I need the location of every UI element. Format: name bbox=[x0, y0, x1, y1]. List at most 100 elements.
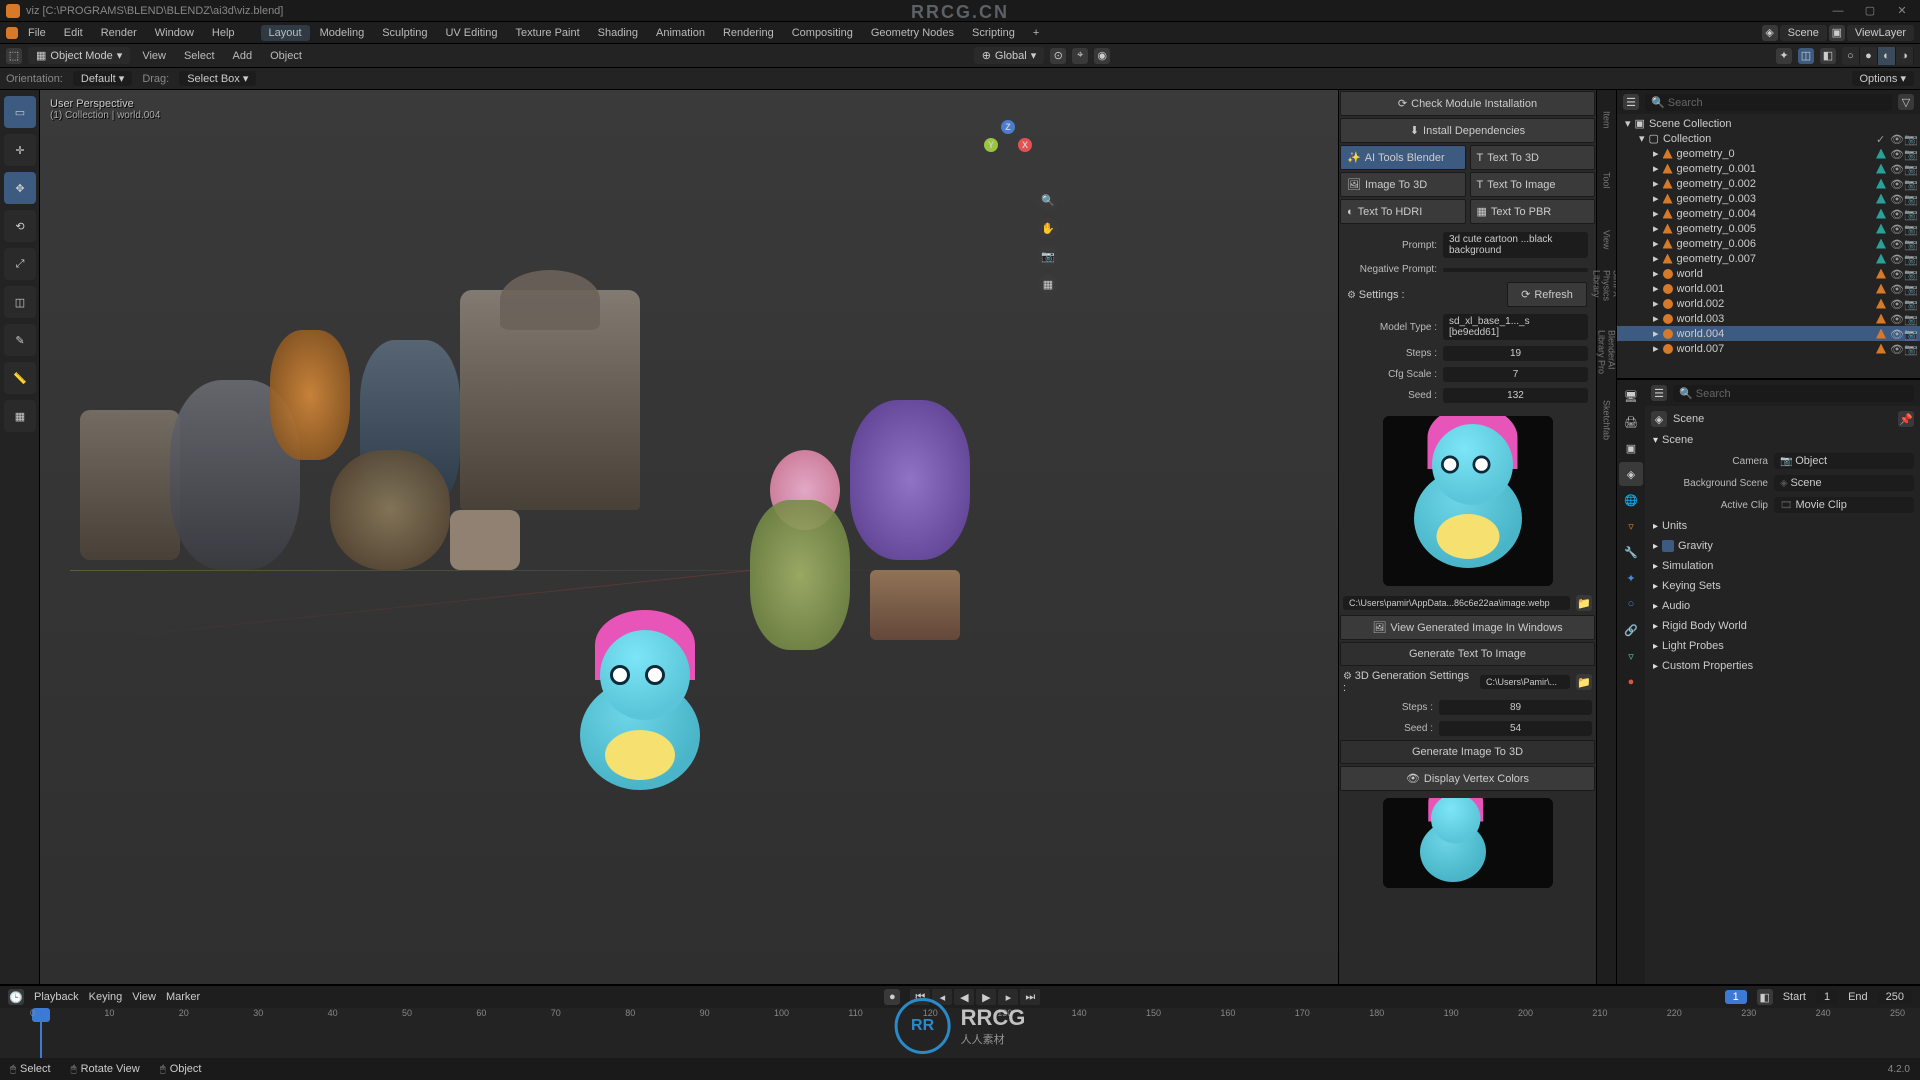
menu-window[interactable]: Window bbox=[147, 25, 202, 41]
menu-file[interactable]: File bbox=[20, 25, 54, 41]
hdr-select[interactable]: Select bbox=[178, 48, 221, 64]
mode-text-to-pbr[interactable]: ▦Text To PBR bbox=[1470, 199, 1596, 224]
bgscene-field[interactable]: ◈ Scene bbox=[1774, 475, 1914, 491]
tool-transform[interactable]: ◫ bbox=[4, 286, 36, 318]
scene-selector[interactable]: Scene bbox=[1780, 25, 1827, 41]
outliner-search[interactable]: 🔍 Search bbox=[1645, 94, 1892, 111]
ntab-tool[interactable]: Tool bbox=[1597, 150, 1616, 210]
ptab-constraint-icon[interactable]: 🔗 bbox=[1619, 618, 1643, 642]
tab-geonodes[interactable]: Geometry Nodes bbox=[863, 25, 962, 41]
tab-texturepaint[interactable]: Texture Paint bbox=[507, 25, 587, 41]
tree-collection[interactable]: ▾▢Collection✓👁📷 bbox=[1617, 131, 1920, 146]
overlay-toggle-icon[interactable]: ◫ bbox=[1798, 48, 1814, 64]
3d-viewport[interactable]: User Perspective (1) Collection | world.… bbox=[40, 90, 1338, 984]
check-module-button[interactable]: ⟳Check Module Installation bbox=[1340, 91, 1595, 116]
tree-item[interactable]: ▸world.003👁📷 bbox=[1617, 311, 1920, 326]
gen3d-seed-input[interactable]: 54 bbox=[1439, 721, 1592, 736]
install-deps-button[interactable]: ⬇Install Dependencies bbox=[1340, 118, 1595, 143]
tree-item[interactable]: ▸geometry_0.003👁📷 bbox=[1617, 191, 1920, 206]
ptab-data-icon[interactable]: ▿ bbox=[1619, 644, 1643, 668]
mode-image-to-3d[interactable]: 🖼Image To 3D bbox=[1340, 172, 1466, 197]
prop-edit-icon[interactable]: ◉ bbox=[1094, 48, 1110, 64]
ntab-view[interactable]: View bbox=[1597, 210, 1616, 270]
viewlayer-selector[interactable]: ViewLayer bbox=[1847, 25, 1914, 41]
keying-section[interactable]: ▸ Keying Sets bbox=[1651, 576, 1914, 596]
ntab-sketchfab[interactable]: Sketchfab bbox=[1597, 390, 1616, 450]
pivot-icon[interactable]: ⊙ bbox=[1050, 48, 1066, 64]
ptab-physics-icon[interactable]: ○ bbox=[1619, 592, 1643, 616]
mode-text-to-3d[interactable]: TText To 3D bbox=[1470, 145, 1596, 170]
tool-cursor[interactable]: ✛ bbox=[4, 134, 36, 166]
pan-icon[interactable]: ✋ bbox=[1038, 218, 1058, 238]
mode-text-to-hdri[interactable]: ◐Text To HDRI bbox=[1340, 199, 1466, 224]
scene-name[interactable]: Scene bbox=[1673, 413, 1892, 425]
tab-rendering[interactable]: Rendering bbox=[715, 25, 782, 41]
customprops-section[interactable]: ▸ Custom Properties bbox=[1651, 656, 1914, 676]
tab-modeling[interactable]: Modeling bbox=[312, 25, 373, 41]
tree-item[interactable]: ▸geometry_0.006👁📷 bbox=[1617, 236, 1920, 251]
tab-scripting[interactable]: Scripting bbox=[964, 25, 1023, 41]
shade-matprev-icon[interactable]: ◐ bbox=[1878, 47, 1896, 65]
mode-selector[interactable]: ▦Object Mode▾ bbox=[28, 47, 130, 64]
tab-animation[interactable]: Animation bbox=[648, 25, 713, 41]
simulation-section[interactable]: ▸ Simulation bbox=[1651, 556, 1914, 576]
tool-annotate[interactable]: ✎ bbox=[4, 324, 36, 356]
hdr-view[interactable]: View bbox=[136, 48, 172, 64]
ptab-world-icon[interactable]: 🌐 bbox=[1619, 488, 1643, 512]
tool-scale[interactable]: ⤢ bbox=[4, 248, 36, 280]
tab-uvediting[interactable]: UV Editing bbox=[437, 25, 505, 41]
tl-playback[interactable]: Playback bbox=[34, 991, 79, 1003]
persp-ortho-icon[interactable]: ▦ bbox=[1038, 274, 1058, 294]
axis-y-icon[interactable]: Y bbox=[984, 138, 998, 152]
lightprobes-section[interactable]: ▸ Light Probes bbox=[1651, 636, 1914, 656]
tab-add[interactable]: + bbox=[1025, 25, 1047, 41]
tab-layout[interactable]: Layout bbox=[261, 25, 310, 41]
ntab-item[interactable]: Item bbox=[1597, 90, 1616, 150]
tree-item[interactable]: ▸world.007👁📷 bbox=[1617, 341, 1920, 356]
tool-measure[interactable]: 📏 bbox=[4, 362, 36, 394]
tool-move[interactable]: ✥ bbox=[4, 172, 36, 204]
image-path[interactable]: C:\Users\pamir\AppData...86c6e22aa\image… bbox=[1343, 596, 1570, 610]
nav-gizmo[interactable]: Z Y X bbox=[978, 120, 1038, 180]
ptab-object-icon[interactable]: ▿ bbox=[1619, 514, 1643, 538]
prompt-input[interactable]: 3d cute cartoon ...black background bbox=[1443, 232, 1588, 258]
tl-marker[interactable]: Marker bbox=[166, 991, 200, 1003]
menu-edit[interactable]: Edit bbox=[56, 25, 91, 41]
display-vertex-colors-button[interactable]: 👁Display Vertex Colors bbox=[1340, 766, 1595, 791]
rigidbody-section[interactable]: ▸ Rigid Body World bbox=[1651, 616, 1914, 636]
steps-input[interactable]: 19 bbox=[1443, 346, 1588, 361]
audio-section[interactable]: ▸ Audio bbox=[1651, 596, 1914, 616]
refresh-button[interactable]: ⟳ Refresh bbox=[1507, 282, 1587, 307]
tree-item[interactable]: ▸geometry_0👁📷 bbox=[1617, 146, 1920, 161]
tab-compositing[interactable]: Compositing bbox=[784, 25, 861, 41]
tree-root[interactable]: ▾▣Scene Collection bbox=[1617, 116, 1920, 131]
close-button[interactable]: ✕ bbox=[1890, 3, 1914, 19]
shade-wireframe-icon[interactable]: ○ bbox=[1842, 47, 1860, 65]
units-section[interactable]: ▸ Units bbox=[1651, 516, 1914, 536]
camera-view-icon[interactable]: 📷 bbox=[1038, 246, 1058, 266]
ntab-blenderai[interactable]: BlenderAI Library Pro bbox=[1597, 330, 1616, 390]
tool-addcube[interactable]: ▦ bbox=[4, 400, 36, 432]
gen3d-path[interactable]: C:\Users\Pamir\... bbox=[1480, 675, 1570, 689]
gen3d-steps-input[interactable]: 89 bbox=[1439, 700, 1592, 715]
seed-input[interactable]: 132 bbox=[1443, 388, 1588, 403]
clip-field[interactable]: 🎞 Movie Clip bbox=[1774, 497, 1914, 513]
ptab-render-icon[interactable]: 🖥 bbox=[1619, 384, 1643, 408]
gravity-section[interactable]: ▸ Gravity bbox=[1651, 536, 1914, 556]
pin-icon[interactable]: 📌 bbox=[1898, 411, 1914, 427]
tool-select-box[interactable]: ▭ bbox=[4, 96, 36, 128]
tree-item[interactable]: ▸world👁📷 bbox=[1617, 266, 1920, 281]
ptab-scene-icon[interactable]: ◈ bbox=[1619, 462, 1643, 486]
tree-item[interactable]: ▸geometry_0.007👁📷 bbox=[1617, 251, 1920, 266]
view-in-windows-button[interactable]: 🖼View Generated Image In Windows bbox=[1340, 615, 1595, 640]
timeline-type-icon[interactable]: 🕒 bbox=[8, 989, 24, 1005]
tree-item[interactable]: ▸world.002👁📷 bbox=[1617, 296, 1920, 311]
ntab-simfx[interactable]: SimFX Physics Library bbox=[1597, 270, 1616, 330]
props-type-icon[interactable]: ☰ bbox=[1651, 385, 1667, 401]
orientation-value[interactable]: Default ▾ bbox=[73, 71, 132, 86]
tab-shading[interactable]: Shading bbox=[590, 25, 646, 41]
ptab-particle-icon[interactable]: ✦ bbox=[1619, 566, 1643, 590]
negprompt-input[interactable] bbox=[1443, 268, 1588, 272]
xray-icon[interactable]: ◧ bbox=[1820, 48, 1836, 64]
current-frame[interactable]: 1 bbox=[1725, 990, 1747, 1004]
